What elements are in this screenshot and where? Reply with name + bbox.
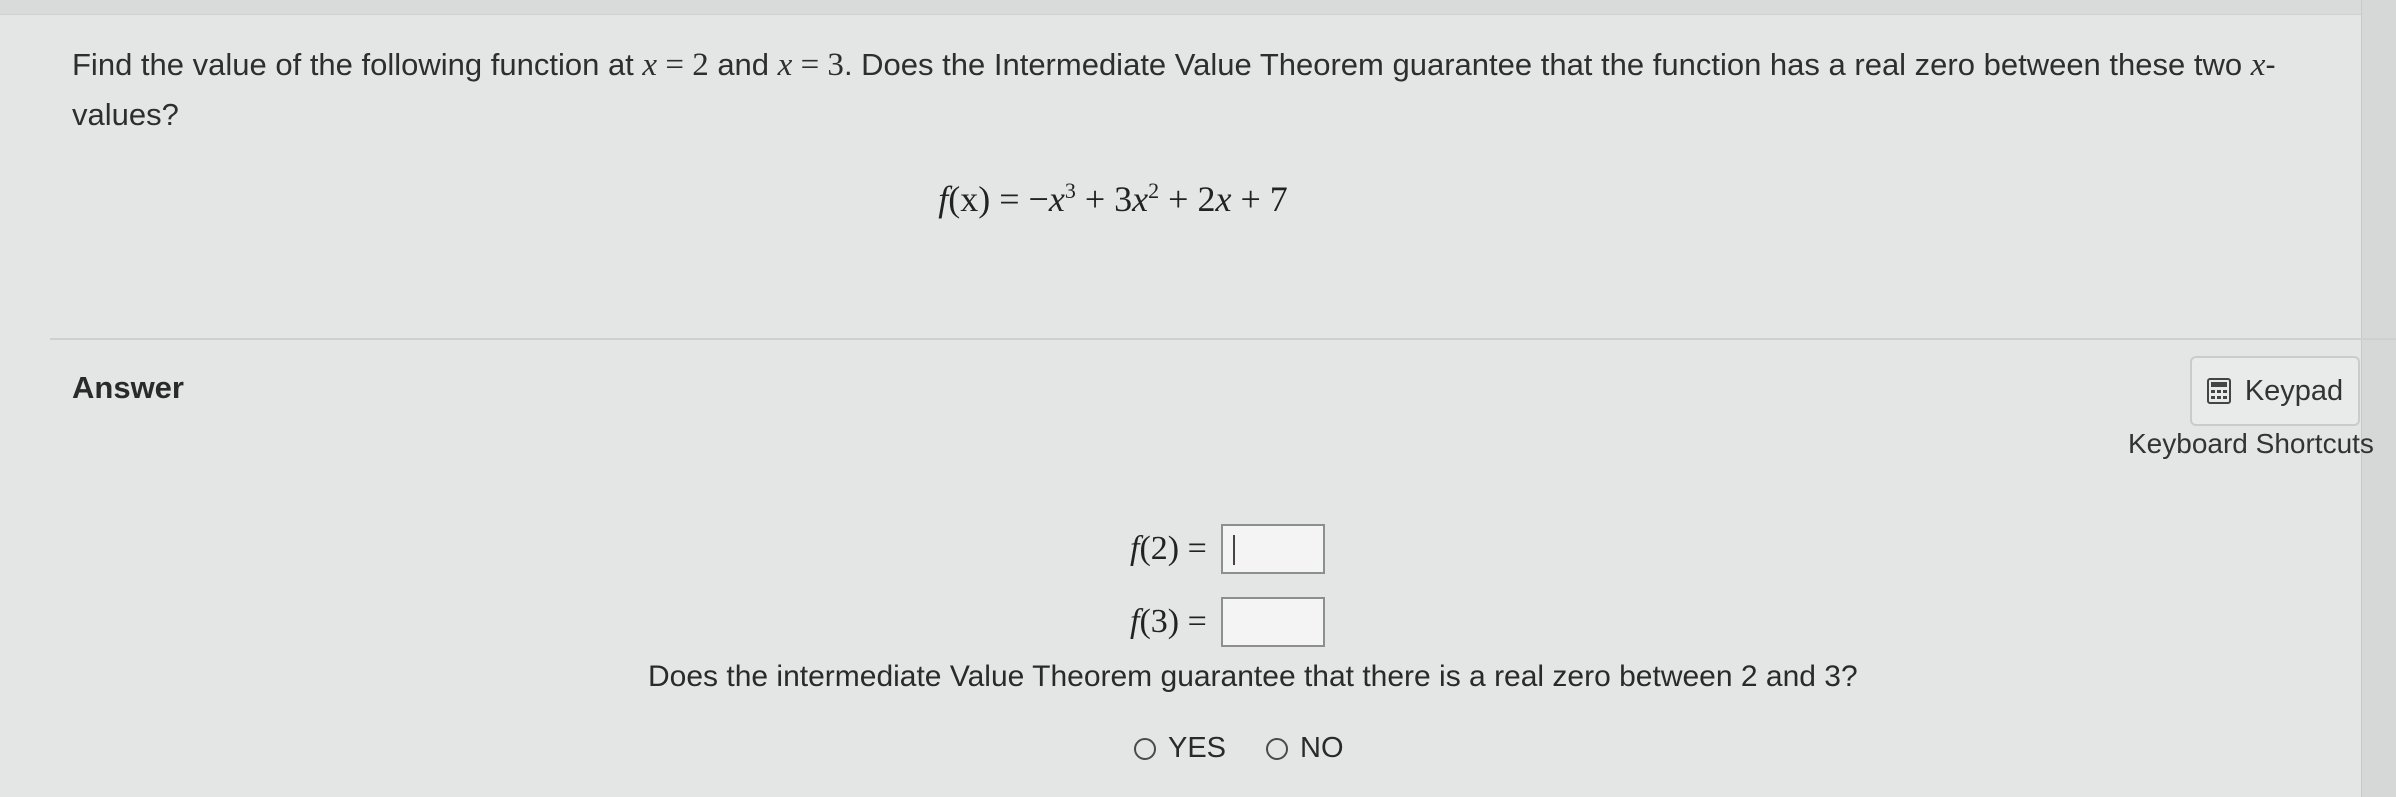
choice-no-label: NO bbox=[1300, 732, 1344, 764]
eq-var: x bbox=[1215, 179, 1232, 219]
eq-equals: = − bbox=[990, 179, 1049, 219]
eq-f: f bbox=[938, 179, 949, 219]
question-text-2: and bbox=[708, 47, 778, 82]
function-equation: f(x) = −x3 + 3x2 + 2x + 7 bbox=[0, 178, 2396, 220]
eq-var: x bbox=[1048, 179, 1065, 219]
top-strip bbox=[0, 0, 2396, 15]
var-x: x bbox=[642, 47, 658, 83]
ivt-question: Does the intermediate Value Theorem guar… bbox=[648, 660, 1858, 693]
question-text-3: . Does the Intermediate Value Theorem gu… bbox=[843, 47, 2251, 82]
keypad-label: Keypad bbox=[2244, 374, 2344, 407]
eq-arg: (x) bbox=[948, 179, 991, 219]
keypad-button[interactable]: Keypad bbox=[2190, 356, 2360, 426]
choice-yes[interactable]: YES bbox=[1134, 732, 1226, 765]
eq-var: x bbox=[1132, 179, 1149, 219]
section-divider bbox=[50, 338, 2396, 340]
var-x: x bbox=[777, 47, 793, 83]
var-x: x bbox=[2250, 47, 2266, 83]
question-text-4: - bbox=[2265, 47, 2276, 82]
value-2: = 2 bbox=[657, 47, 709, 83]
f3-label: f(3) = bbox=[1130, 603, 1207, 641]
answer-heading: Answer bbox=[72, 370, 184, 405]
calculator-icon bbox=[2206, 378, 2231, 404]
radio-no[interactable] bbox=[1266, 737, 1288, 760]
question-prompt: Find the value of the following function… bbox=[72, 40, 2332, 140]
keyboard-shortcuts-link[interactable]: Keyboard Shortcuts bbox=[2128, 428, 2374, 460]
f2-row: f(2) = bbox=[1130, 522, 1325, 576]
page-edge bbox=[2361, 0, 2396, 797]
f3-row: f(3) = bbox=[1130, 595, 1325, 649]
eq-exponent: 3 bbox=[1064, 178, 1076, 203]
eq-term: + 2 bbox=[1159, 179, 1216, 219]
radio-yes[interactable] bbox=[1134, 737, 1156, 760]
value-3: = 3 bbox=[792, 47, 844, 83]
question-text-1: Find the value of the following function… bbox=[72, 47, 643, 82]
f2-arg: (2) = bbox=[1139, 530, 1207, 567]
f2-input[interactable] bbox=[1220, 524, 1325, 574]
text-caret bbox=[1232, 535, 1235, 565]
eq-term: + 7 bbox=[1231, 179, 1288, 219]
question-text-5: values? bbox=[72, 97, 179, 132]
choice-no[interactable]: NO bbox=[1266, 732, 1344, 765]
choice-yes-label: YES bbox=[1168, 732, 1227, 764]
f3-input[interactable] bbox=[1220, 597, 1325, 647]
f2-label: f(2) = bbox=[1130, 530, 1207, 568]
eq-term: + 3 bbox=[1075, 179, 1133, 219]
eq-exponent: 2 bbox=[1148, 178, 1160, 203]
f3-arg: (3) = bbox=[1139, 603, 1207, 640]
